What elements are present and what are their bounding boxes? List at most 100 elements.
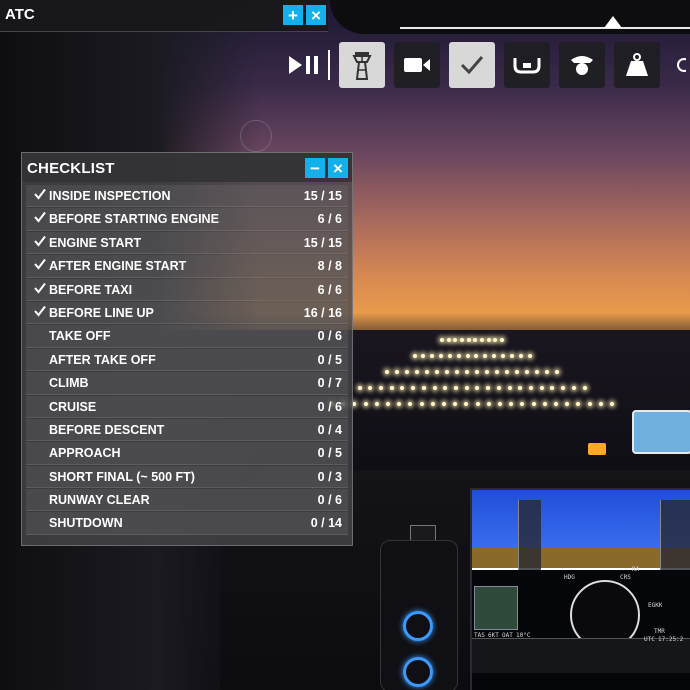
pfd-softkeys[interactable]	[472, 638, 690, 673]
checklist-item[interactable]: APPROACH 0 / 5	[26, 442, 348, 465]
runway-light	[496, 386, 501, 390]
runway-light	[495, 370, 499, 374]
control-knob[interactable]	[403, 611, 433, 641]
amber-annunciator	[588, 443, 606, 455]
toolbar-checklist-button[interactable]	[449, 42, 495, 88]
runway-light	[415, 370, 419, 374]
display-backup-button[interactable]	[410, 525, 436, 541]
checklist-check-icon	[460, 56, 484, 75]
runway-lights	[300, 330, 690, 420]
checklist-panel: CHECKLIST − × INSIDE INSPECTION 15 / 15 BE…	[21, 152, 353, 546]
toolbar-atc-button[interactable]	[339, 42, 385, 88]
check-icon	[34, 212, 46, 223]
runway-light	[498, 402, 502, 406]
weight-icon	[626, 53, 648, 76]
checklist-item[interactable]: BEFORE TAXI 6 / 6	[26, 278, 348, 301]
runway-light	[466, 338, 471, 342]
pfd-tas-label: TAS	[474, 632, 485, 639]
runway-light	[509, 354, 514, 358]
runway-light	[405, 370, 409, 374]
runway-light	[440, 338, 444, 342]
checklist-item[interactable]: AFTER TAKE OFF 0 / 5	[26, 348, 348, 372]
checklist-item[interactable]: AFTER ENGINE START 8 / 8	[26, 255, 348, 278]
runway-light	[527, 354, 532, 358]
atc-close-button[interactable]: ×	[306, 5, 326, 25]
checklist-item-count: 8 / 8	[317, 259, 342, 274]
pilot-cap-icon	[571, 56, 593, 75]
runway-light	[554, 402, 558, 406]
checklist-item-name: AFTER TAKE OFF	[49, 352, 156, 367]
runway-light	[518, 386, 523, 390]
runway-light	[473, 338, 478, 342]
checklist-item-name: CRUISE	[49, 399, 97, 414]
runway-light	[520, 402, 525, 406]
checklist-item-count: 6 / 6	[317, 282, 342, 297]
checklist-item-count: 6 / 6	[317, 212, 342, 227]
runway-light	[542, 402, 547, 406]
primary-flight-display: TAS 6KT OAT 10°C HDG CRS RA EGKK TMR UTC…	[470, 488, 690, 690]
checklist-item[interactable]: ENGINE START 15 / 15	[26, 231, 348, 255]
runway-light	[395, 370, 399, 374]
runway-light	[475, 370, 479, 374]
runway-light	[525, 370, 529, 374]
pfd-attitude-ground	[472, 548, 690, 568]
checklist-item-count: 0 / 14	[310, 516, 342, 531]
top-toolbar	[282, 42, 690, 88]
runway-light	[412, 354, 417, 358]
runway-light	[492, 354, 497, 358]
checklist-item-name: BEFORE STARTING ENGINE	[49, 212, 219, 227]
checklist-item-count: 0 / 7	[317, 376, 342, 391]
runway-light	[378, 386, 383, 390]
pfd-oat-label: OAT	[502, 632, 513, 639]
toolbar-camera-button[interactable]	[394, 42, 440, 88]
control-knob[interactable]	[403, 657, 433, 687]
runway-light	[464, 402, 469, 406]
atc-window-bar[interactable]: ATC + ×	[0, 0, 328, 32]
checklist-item[interactable]: CRUISE 0 / 6	[26, 395, 348, 418]
checklist-header[interactable]: CHECKLIST − ×	[22, 153, 352, 182]
runway-light	[425, 370, 429, 374]
toolbar-controls-button[interactable]	[504, 42, 550, 88]
pfd-timer-label: TMR	[654, 628, 665, 635]
checklist-item-name: SHORT FINAL (~ 500 FT)	[49, 469, 195, 484]
checklist-item[interactable]: BEFORE STARTING ENGINE 6 / 6	[26, 208, 348, 231]
pfd-hdg-label: HDG	[564, 574, 575, 581]
standby-attitude-indicator	[632, 410, 690, 454]
runway-light	[545, 370, 549, 374]
runway-light	[456, 354, 461, 358]
checklist-item-name: INSIDE INSPECTION	[49, 189, 171, 203]
checklist-item[interactable]: BEFORE LINE UP 16 / 16	[26, 301, 348, 325]
checklist-item-count: 16 / 16	[303, 305, 342, 320]
runway-light	[555, 370, 559, 374]
checklist-item[interactable]: CLIMB 0 / 7	[26, 372, 348, 395]
checklist-item-name: SHUTDOWN	[49, 516, 123, 531]
runway-light	[464, 386, 469, 390]
toolbar-weight-button[interactable]	[614, 42, 660, 88]
checklist-item[interactable]: BEFORE DESCENT 0 / 4	[26, 418, 348, 442]
toolbar-pilot-button[interactable]	[559, 42, 605, 88]
checklist-item[interactable]: TAKE OFF 0 / 6	[26, 325, 348, 348]
runway-light	[465, 370, 469, 374]
checklist-list: INSIDE INSPECTION 15 / 15 BEFORE STARTING …	[26, 185, 348, 536]
play-pause-icon	[289, 56, 318, 74]
runway-light	[386, 402, 390, 406]
checklist-close-button[interactable]: ×	[328, 158, 348, 178]
runway-light	[455, 370, 459, 374]
toolbar-pointer-icon	[604, 16, 622, 28]
checklist-item-name: CLIMB	[49, 376, 89, 391]
checklist-item[interactable]: SHUTDOWN 0 / 14	[26, 512, 348, 535]
checklist-minimize-button[interactable]: −	[305, 158, 325, 178]
toolbar-more-button[interactable]	[669, 42, 689, 88]
runway-light	[480, 338, 484, 342]
atc-add-button[interactable]: +	[283, 5, 303, 25]
checklist-item[interactable]: SHORT FINAL (~ 500 FT) 0 / 3	[26, 465, 348, 489]
runway-light	[400, 386, 405, 390]
runway-light	[442, 402, 446, 406]
pfd-inset-map	[474, 586, 518, 630]
runway-light	[374, 402, 379, 406]
checklist-item[interactable]: INSIDE INSPECTION 15 / 15	[26, 185, 348, 208]
checklist-item-count: 15 / 15	[303, 235, 342, 250]
runway-light	[357, 386, 362, 390]
checklist-item[interactable]: RUNWAY CLEAR 0 / 6	[26, 489, 348, 512]
toolbar-play-pause-button[interactable]	[282, 42, 326, 88]
